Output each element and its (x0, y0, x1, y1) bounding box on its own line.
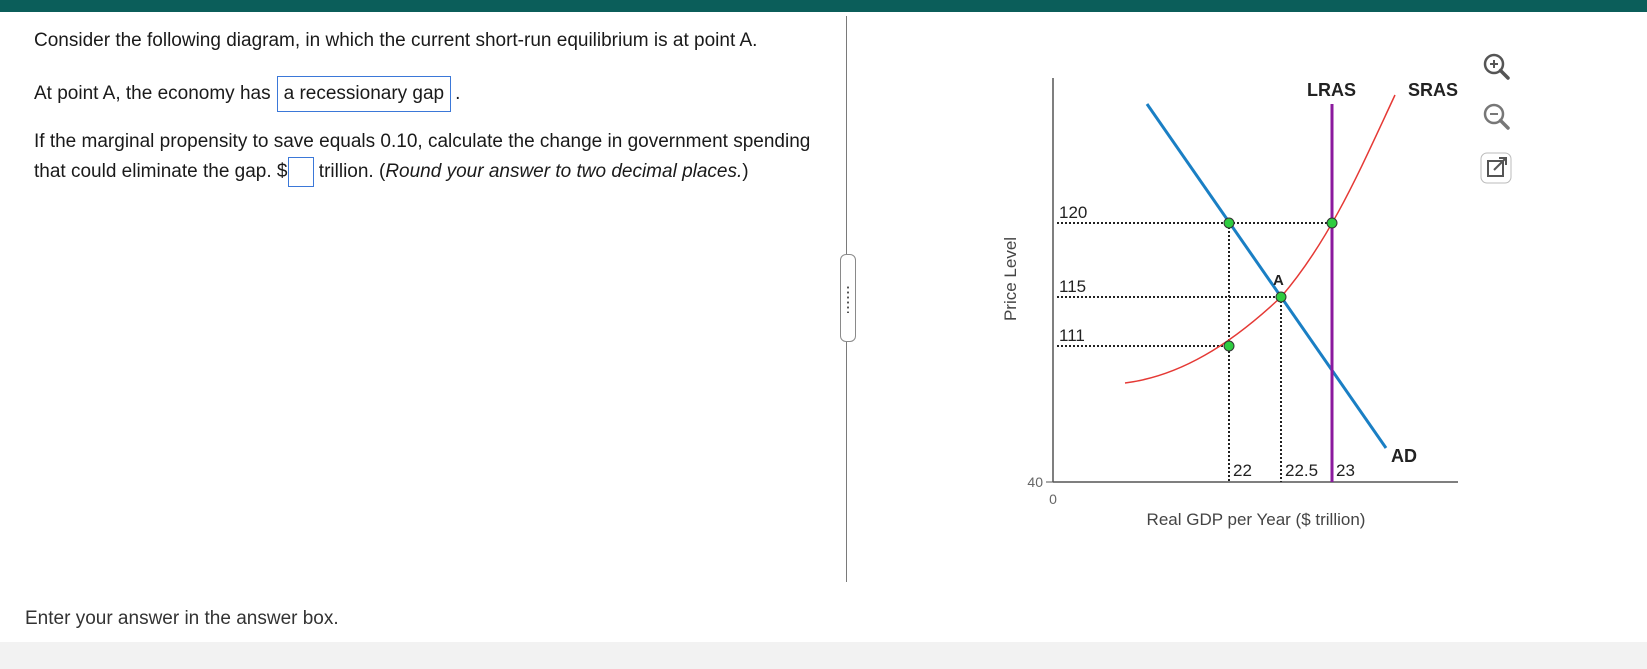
point-sras-111 (1223, 340, 1235, 352)
as-ad-graph: 120 115 111 22 22.5 23 40 0 LRAS SRAS AD… (1001, 78, 1458, 529)
gdp-tick-23: 23 (1336, 461, 1355, 480)
x-axis-title: Real GDP per Year ($ trillion) (1147, 510, 1366, 529)
point-lras-120 (1326, 217, 1338, 229)
gdp-tick-22: 22 (1233, 461, 1252, 480)
sras-label: SRAS (1408, 80, 1458, 100)
point-a (1275, 291, 1287, 303)
origin-label: 0 (1049, 491, 1057, 507)
point-a-label: A (1273, 272, 1284, 289)
y-axis-title: Price Level (1001, 237, 1020, 321)
price-tick-111: 111 (1059, 326, 1085, 345)
ad-label: AD (1391, 446, 1417, 466)
sras-curve (1124, 94, 1396, 384)
price-tick-120: 120 (1059, 203, 1087, 222)
point-ad-120 (1223, 217, 1235, 229)
footer-bar (0, 642, 1647, 669)
ad-curve (1145, 103, 1388, 449)
lras-label: LRAS (1307, 80, 1356, 100)
price-tick-115: 115 (1059, 277, 1086, 296)
answer-instruction: Enter your answer in the answer box. (25, 608, 339, 629)
y-axis-bottom-label: 40 (1027, 474, 1043, 490)
gdp-tick-22-5: 22.5 (1285, 461, 1318, 480)
